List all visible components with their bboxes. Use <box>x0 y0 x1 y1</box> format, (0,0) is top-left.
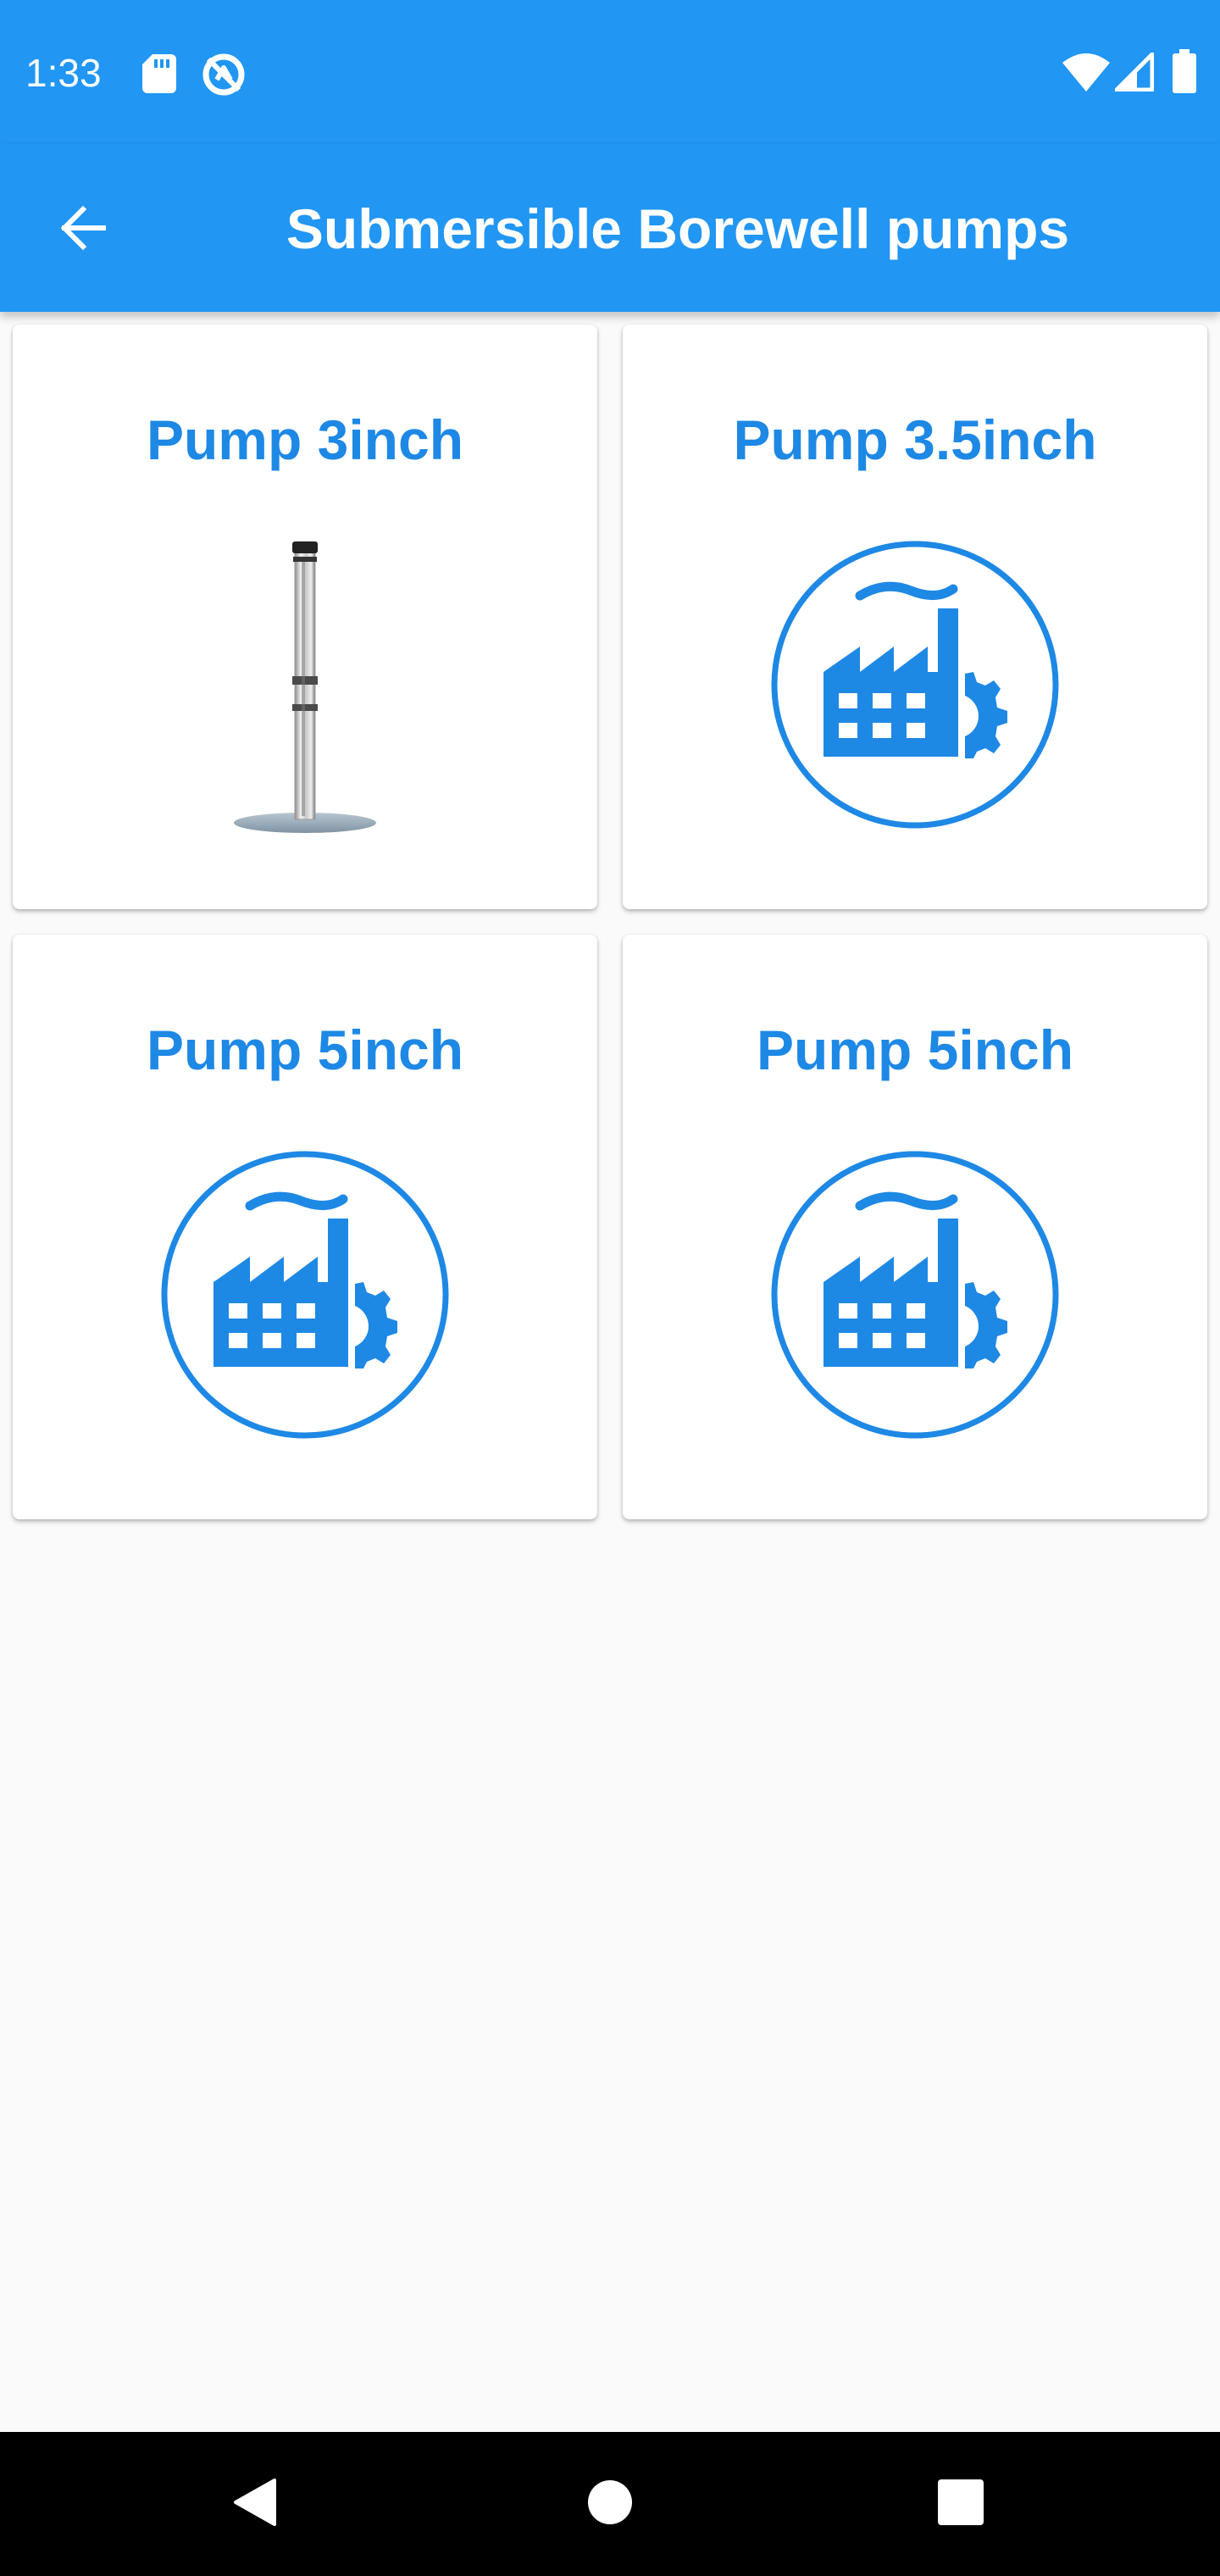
nav-home-button[interactable] <box>568 2462 652 2546</box>
product-title: Pump 5inch <box>756 1019 1074 1081</box>
home-circle-icon <box>587 2479 633 2529</box>
app-bar: Submersible Borewell pumps <box>0 144 1220 312</box>
data-saver-icon <box>200 51 247 98</box>
product-title: Pump 3inch <box>146 408 464 471</box>
back-triangle-icon <box>230 2477 278 2532</box>
product-title: Pump 3.5inch <box>733 408 1097 471</box>
product-card[interactable]: Pump 5inch <box>623 935 1207 1519</box>
status-time: 1:33 <box>25 51 102 95</box>
status-bar: 1:33 <box>0 0 1220 144</box>
product-card[interactable]: Pump 5inch <box>13 935 597 1519</box>
navigation-bar <box>0 2432 1220 2576</box>
product-card[interactable]: Pump 3.5inch <box>623 325 1207 909</box>
factory-icon <box>767 536 1063 833</box>
recents-square-icon <box>938 2479 984 2529</box>
page-title: Submersible Borewell pumps <box>286 197 1070 260</box>
wifi-icon <box>1062 53 1110 92</box>
battery-icon <box>1173 49 1196 93</box>
nav-back-button[interactable] <box>212 2462 297 2546</box>
product-card[interactable]: Pump 3inch <box>13 325 597 909</box>
cellular-signal-icon <box>1114 52 1155 92</box>
factory-icon <box>767 1146 1063 1443</box>
factory-icon <box>157 1146 453 1443</box>
product-title: Pump 5inch <box>146 1019 464 1081</box>
sd-card-icon <box>142 54 176 93</box>
borewell-pump-photo <box>157 536 453 833</box>
nav-recents-button[interactable] <box>918 2462 1003 2546</box>
